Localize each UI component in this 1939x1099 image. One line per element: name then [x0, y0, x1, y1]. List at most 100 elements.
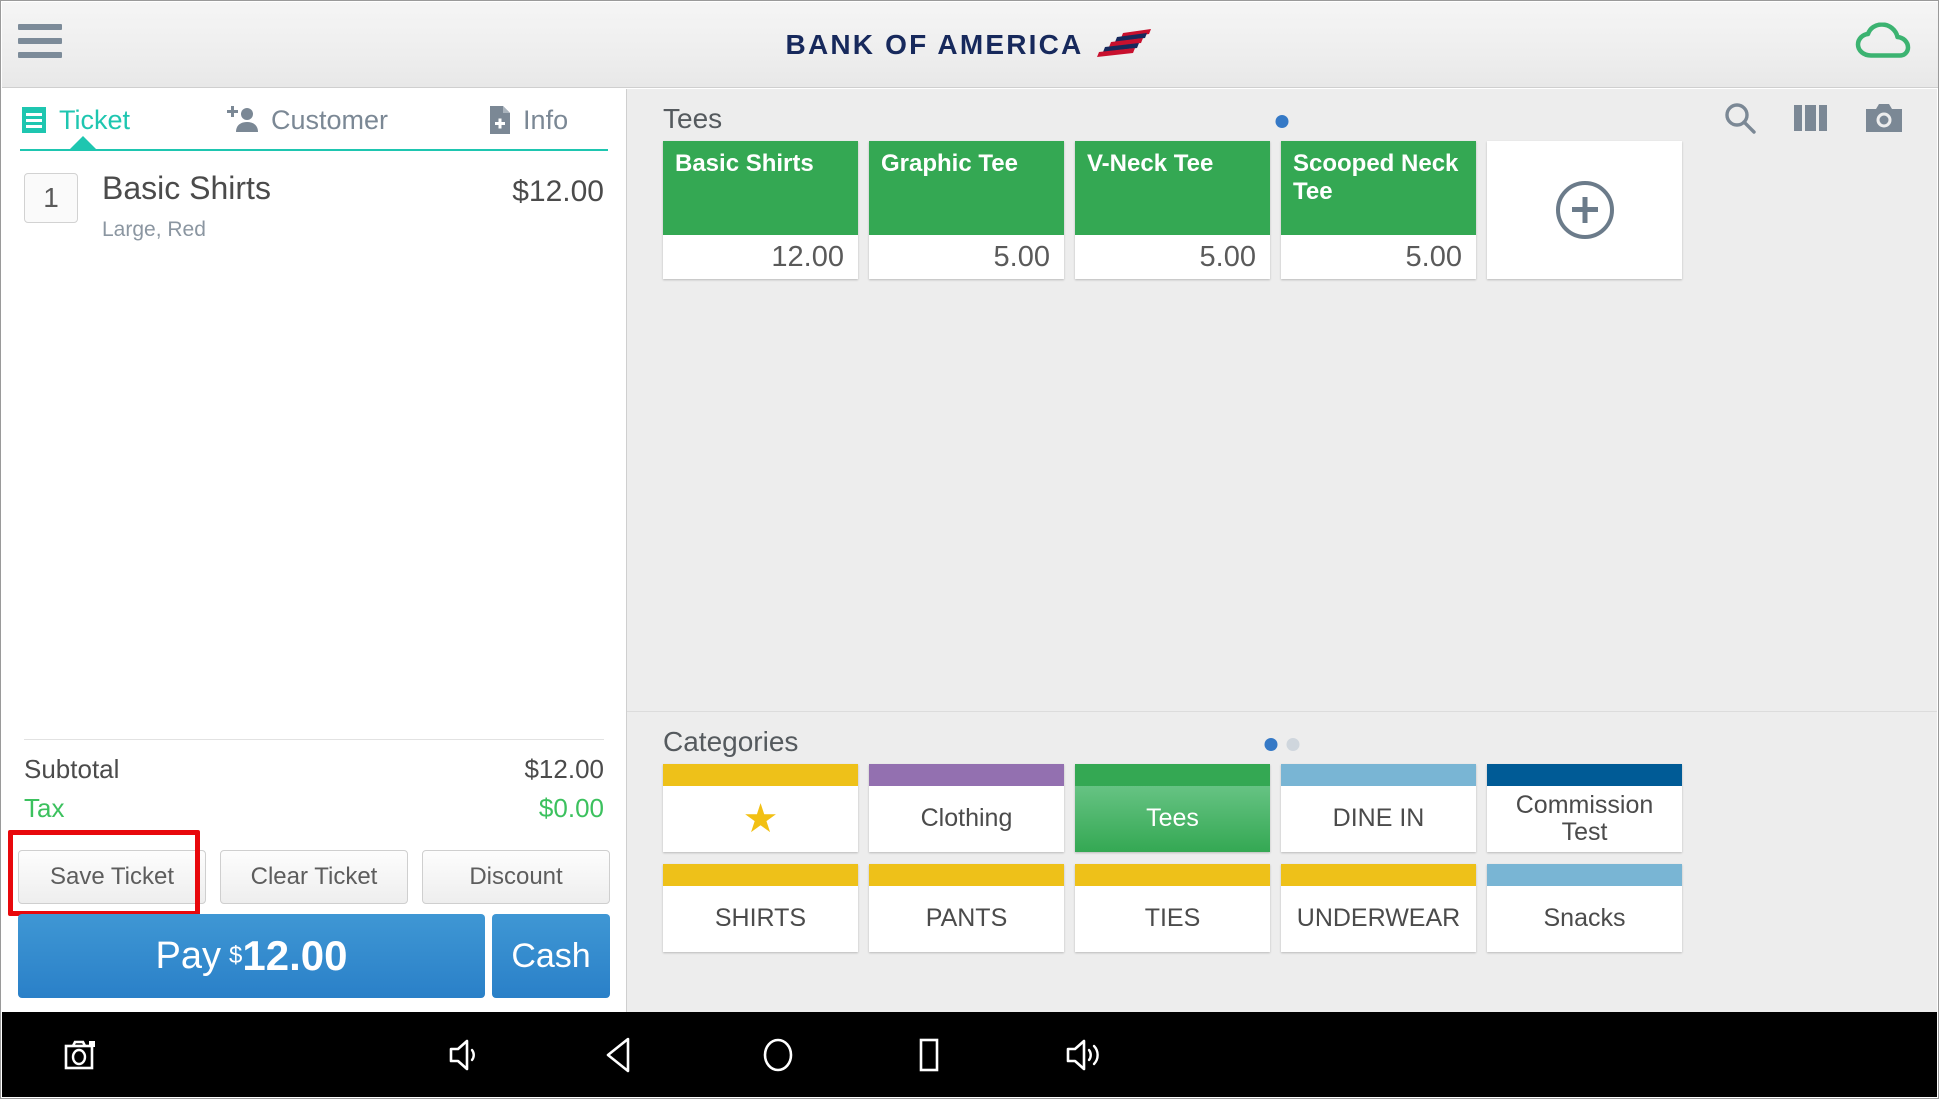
category-tile-label: Commission Test [1515, 790, 1654, 846]
hamburger-bar [18, 24, 62, 30]
category-tile-clothing[interactable]: Clothing [869, 764, 1064, 852]
back-icon[interactable] [602, 1036, 636, 1074]
page-dot[interactable] [1264, 738, 1278, 751]
category-tile-underwear[interactable]: UNDERWEAR [1281, 864, 1476, 952]
category-tile-pants[interactable]: PANTS [869, 864, 1064, 952]
tab-ticket[interactable]: Ticket [20, 105, 130, 136]
category-tile-label: TIES [1144, 904, 1201, 933]
category-color-bar [869, 864, 1064, 886]
volume-up-icon[interactable] [1064, 1037, 1106, 1073]
category-color-bar [1075, 764, 1270, 786]
category-tile-ties[interactable]: TIES [1075, 864, 1270, 952]
category-color-bar [1487, 764, 1682, 786]
recents-icon[interactable] [912, 1036, 946, 1074]
subtotal-label: Subtotal [24, 754, 120, 784]
line-item-price: $12.00 [512, 175, 604, 208]
product-tile[interactable]: Graphic Tee 5.00 [869, 141, 1064, 279]
hamburger-bar [18, 38, 62, 44]
line-item-details: Basic Shirts Large, Red [78, 171, 512, 242]
product-tile-name: Scooped Neck Tee [1281, 141, 1476, 235]
discount-button[interactable]: Discount [422, 850, 610, 904]
star-icon: ★ [742, 797, 779, 841]
category-tile-shirts[interactable]: SHIRTS [663, 864, 858, 952]
product-tile-name: V-Neck Tee [1075, 141, 1270, 235]
category-color-bar [663, 764, 858, 786]
product-tile-name: Basic Shirts [663, 141, 858, 235]
category-color-bar [1487, 864, 1682, 886]
add-person-icon [227, 106, 259, 132]
categories-section: Categories ★ Clothing Tees DINE IN Commi… [627, 711, 1937, 1012]
tab-customer[interactable]: Customer [226, 105, 388, 136]
ticket-tabbar: Ticket Customer Info [2, 89, 626, 151]
volume-down-icon[interactable] [447, 1037, 485, 1073]
brand-text: BANK OF AMERICA [785, 28, 1084, 60]
pay-button-label: Pay [155, 934, 221, 977]
products-title: Tees [663, 103, 723, 134]
category-tile-dine-in[interactable]: DINE IN [1281, 764, 1476, 852]
app-screen: BANK OF AMERICA Ticket Customer Info 1 B… [0, 0, 1939, 1099]
bank-of-america-logo: BANK OF AMERICA [786, 28, 1156, 62]
ticket-action-row: Save Ticket Clear Ticket Discount [18, 850, 610, 904]
category-color-bar [1281, 864, 1476, 886]
product-tile-grid: Basic Shirts 12.00 Graphic Tee 5.00 V-Ne… [663, 141, 1903, 279]
category-tile-body: ★ [663, 786, 858, 852]
category-tile-label: PANTS [925, 904, 1008, 933]
cash-button[interactable]: Cash [492, 914, 610, 998]
catalog-pane: Tees Basic Shirts 12.00 Graphic Tee 5.00… [627, 89, 1937, 1012]
category-tile-label: Clothing [920, 804, 1013, 833]
camera-icon[interactable] [1865, 102, 1903, 134]
category-tile-tees[interactable]: Tees [1075, 764, 1270, 852]
page-dot[interactable] [1275, 115, 1289, 128]
subtotal-row: Subtotal $12.00 [24, 754, 604, 785]
category-tile-label: SHIRTS [714, 904, 807, 933]
clear-ticket-button[interactable]: Clear Ticket [220, 850, 408, 904]
line-item-modifiers: Large, Red [102, 217, 206, 241]
products-section: Tees Basic Shirts 12.00 Graphic Tee 5.00… [627, 89, 1937, 701]
save-ticket-button[interactable]: Save Ticket [18, 850, 206, 904]
category-row: SHIRTS PANTS TIES UNDERWEAR Snacks [663, 864, 1903, 952]
category-color-bar [663, 864, 858, 886]
receipt-icon [22, 105, 46, 135]
category-tile-snacks[interactable]: Snacks [1487, 864, 1682, 952]
top-app-bar: BANK OF AMERICA [2, 2, 1938, 88]
category-row: ★ Clothing Tees DINE IN Commission Test [663, 764, 1903, 852]
screenshot-icon[interactable] [62, 1038, 100, 1072]
products-page-dots[interactable] [1275, 115, 1289, 128]
category-tile-favorites[interactable]: ★ [663, 764, 858, 852]
cloud-sync-icon[interactable] [1855, 21, 1911, 67]
tax-label: Tax [24, 793, 65, 823]
categories-title: Categories [663, 726, 799, 757]
pay-button[interactable]: Pay $ 12.00 [18, 914, 485, 998]
columns-icon[interactable] [1793, 103, 1829, 133]
product-tile-price: 12.00 [771, 240, 844, 273]
plus-circle-icon [1555, 181, 1614, 239]
tax-value: $0.00 [538, 793, 604, 823]
search-icon[interactable] [1723, 101, 1757, 135]
subtotal-value: $12.00 [524, 754, 604, 784]
product-tile[interactable]: Basic Shirts 12.00 [663, 141, 858, 279]
product-tile-price: 5.00 [993, 240, 1050, 273]
tax-row[interactable]: Tax $0.00 [24, 793, 604, 824]
tab-active-caret [70, 136, 96, 149]
home-icon[interactable] [759, 1036, 797, 1074]
page-dot[interactable] [1286, 738, 1300, 751]
tab-info[interactable]: Info [488, 105, 568, 136]
categories-page-dots[interactable] [1264, 738, 1300, 751]
line-item-name: Basic Shirts [102, 170, 271, 206]
category-tile-label: Tees [1075, 786, 1270, 852]
products-header-icons [1723, 101, 1903, 135]
add-product-tile[interactable] [1487, 141, 1682, 279]
hamburger-menu-icon[interactable] [18, 24, 62, 66]
tab-ticket-label: Ticket [59, 104, 131, 135]
category-tile-commission-test[interactable]: Commission Test [1487, 764, 1682, 852]
product-tile[interactable]: V-Neck Tee 5.00 [1075, 141, 1270, 279]
ticket-line-item[interactable]: 1 Basic Shirts Large, Red $12.00 [2, 153, 626, 242]
ticket-item-list: 1 Basic Shirts Large, Red $12.00 [2, 153, 626, 764]
category-tile-label: UNDERWEAR [1296, 904, 1461, 933]
product-tile[interactable]: Scooped Neck Tee 5.00 [1281, 141, 1476, 279]
hamburger-bar [18, 52, 62, 58]
pay-currency-symbol: $ [229, 942, 243, 969]
payment-row: Pay $ 12.00 Cash [18, 914, 610, 998]
ticket-panel: Ticket Customer Info 1 Basic Shirts Larg… [2, 89, 627, 1014]
line-item-qty[interactable]: 1 [24, 173, 78, 223]
